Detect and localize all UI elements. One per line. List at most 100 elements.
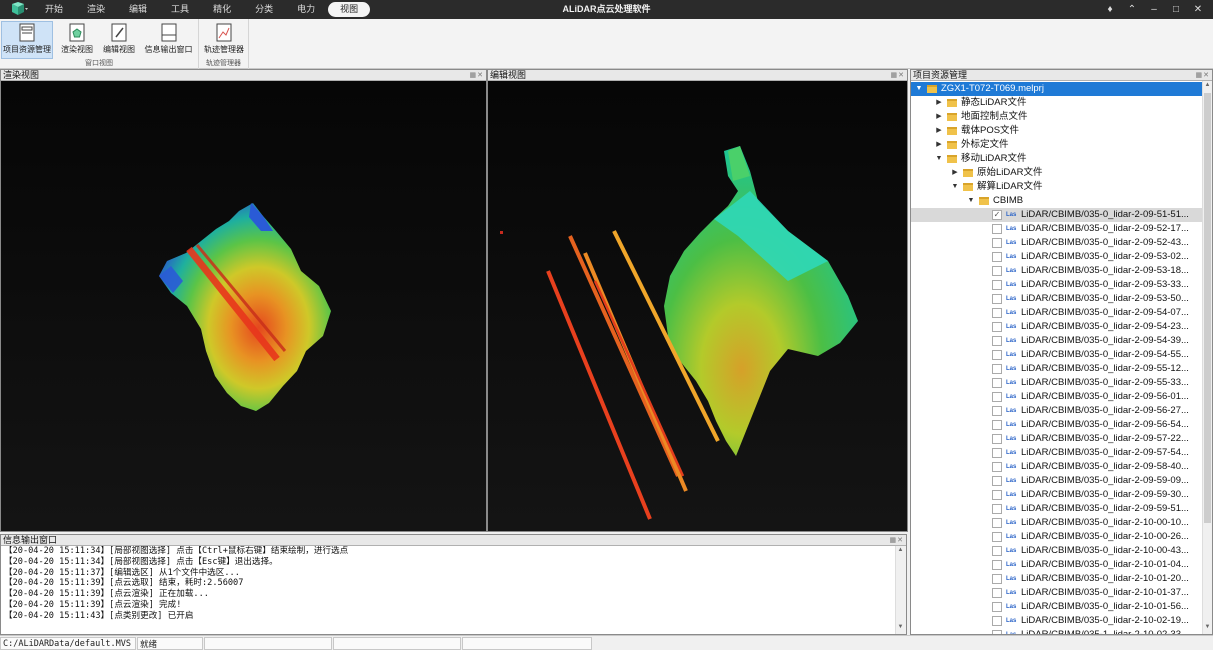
collapse-ribbon-icon[interactable]: ⌃ (1121, 0, 1143, 19)
file-checkbox[interactable] (992, 350, 1002, 360)
expand-icon[interactable]: ▶ (935, 110, 943, 124)
render-view-canvas[interactable] (1, 81, 486, 531)
tree-file-item[interactable]: Las LiDAR/CBIMB/035-0_lidar-2-10-00-43... (911, 544, 1202, 558)
collapse-icon[interactable]: ▼ (915, 82, 923, 96)
file-checkbox[interactable] (992, 322, 1002, 332)
file-checkbox[interactable] (992, 406, 1002, 416)
menu-item[interactable]: 开始 (34, 2, 74, 17)
file-checkbox[interactable] (992, 378, 1002, 388)
scroll-down-icon[interactable]: ▼ (1203, 624, 1212, 633)
tree-file-item[interactable]: Las LiDAR/CBIMB/035-0_lidar-2-10-01-37... (911, 586, 1202, 600)
file-checkbox[interactable] (992, 224, 1002, 234)
tree-node[interactable]: ▶ 外标定文件 (911, 138, 1202, 152)
tree-file-item[interactable]: Las LiDAR/CBIMB/035-0_lidar-2-09-53-18... (911, 264, 1202, 278)
menu-item[interactable]: 精化 (202, 2, 242, 17)
tree-scrollbar[interactable]: ▲ ▼ (1202, 81, 1212, 634)
tree-file-item[interactable]: Las LiDAR/CBIMB/035-0_lidar-2-09-58-40... (911, 460, 1202, 474)
tree-file-item[interactable]: Las LiDAR/CBIMB/035-0_lidar-2-09-52-17... (911, 222, 1202, 236)
tree-file-item[interactable]: Las LiDAR/CBIMB/035-0_lidar-2-09-57-54... (911, 446, 1202, 460)
file-checkbox[interactable] (992, 462, 1002, 472)
file-checkbox[interactable] (992, 294, 1002, 304)
tree-file-item[interactable]: Las LiDAR/CBIMB/035-0_lidar-2-09-59-30... (911, 488, 1202, 502)
file-checkbox[interactable] (992, 518, 1002, 528)
track-manager-button[interactable]: 轨迹管理器 (203, 21, 245, 59)
tree-node[interactable]: ▶ 载体POS文件 (911, 124, 1202, 138)
tree-node[interactable]: ▶ 原始LiDAR文件 (911, 166, 1202, 180)
close-icon[interactable]: ✕ (1187, 0, 1209, 19)
tree-file-item[interactable]: Las LiDAR/CBIMB/035-0_lidar-2-09-55-12... (911, 362, 1202, 376)
file-checkbox[interactable] (992, 266, 1002, 276)
menu-item[interactable]: 工具 (160, 2, 200, 17)
render-view-button[interactable]: 渲染视图 (57, 21, 97, 59)
tree-file-item[interactable]: Las LiDAR/CBIMB/035-0_lidar-2-09-56-01... (911, 390, 1202, 404)
minimize-icon[interactable]: – (1143, 0, 1165, 19)
file-checkbox[interactable] (992, 308, 1002, 318)
collapse-icon[interactable]: ▼ (935, 152, 943, 166)
tree-file-item[interactable]: Las LiDAR/CBIMB/035-0_lidar-2-09-54-23... (911, 320, 1202, 334)
collapse-icon[interactable]: ▼ (951, 180, 959, 194)
tree-file-item[interactable]: ✓ Las LiDAR/CBIMB/035-0_lidar-2-09-51-51..… (911, 208, 1202, 222)
expand-icon[interactable]: ▶ (935, 96, 943, 110)
menu-item[interactable]: 编辑 (118, 2, 158, 17)
scroll-thumb[interactable] (1204, 93, 1211, 523)
tree-file-item[interactable]: Las LiDAR/CBIMB/035-0_lidar-2-09-56-27... (911, 404, 1202, 418)
file-checkbox[interactable] (992, 364, 1002, 374)
tree-file-item[interactable]: Las LiDAR/CBIMB/035-0_lidar-2-10-01-20... (911, 572, 1202, 586)
file-checkbox[interactable] (992, 546, 1002, 556)
info-output-button[interactable]: 信息输出窗口 (141, 21, 196, 59)
app-logo-icon[interactable] (6, 2, 28, 17)
file-checkbox[interactable] (992, 532, 1002, 542)
file-checkbox[interactable] (992, 588, 1002, 598)
panel-close-icon[interactable]: ▦✕ (891, 70, 905, 81)
edit-view-button[interactable]: 编辑视图 (99, 21, 139, 59)
file-checkbox[interactable] (992, 574, 1002, 584)
file-checkbox[interactable] (992, 252, 1002, 262)
file-checkbox[interactable] (992, 392, 1002, 402)
tree-node[interactable]: ▶ 地面控制点文件 (911, 110, 1202, 124)
scroll-up-icon[interactable]: ▲ (896, 547, 905, 556)
panel-close-icon[interactable]: ▦✕ (890, 535, 904, 546)
tree-node[interactable]: ▼ CBIMB (911, 194, 1202, 208)
tree-file-item[interactable]: LasLiDAR/CBIMB/035-1_lidar-2-10-02-33... (911, 628, 1202, 634)
tree-file-item[interactable]: Las LiDAR/CBIMB/035-0_lidar-2-09-59-09... (911, 474, 1202, 488)
tree-node[interactable]: ▼ 移动LiDAR文件 (911, 152, 1202, 166)
file-checkbox[interactable] (992, 280, 1002, 290)
tree-file-item[interactable]: Las LiDAR/CBIMB/035-0_lidar-2-10-00-10... (911, 516, 1202, 530)
tree-file-item[interactable]: Las LiDAR/CBIMB/035-0_lidar-2-09-55-33... (911, 376, 1202, 390)
skin-icon[interactable]: ♦ (1099, 0, 1121, 19)
tree-file-item[interactable]: Las LiDAR/CBIMB/035-0_lidar-2-09-56-54... (911, 418, 1202, 432)
tree-file-item[interactable]: Las LiDAR/CBIMB/035-0_lidar-2-10-02-19... (911, 614, 1202, 628)
file-checkbox[interactable]: ✓ (992, 210, 1002, 220)
file-checkbox[interactable] (992, 238, 1002, 248)
file-checkbox[interactable] (992, 490, 1002, 500)
file-checkbox[interactable] (992, 504, 1002, 514)
maximize-icon[interactable]: □ (1165, 0, 1187, 19)
log-scrollbar[interactable]: ▲ ▼ (895, 546, 906, 634)
panel-close-icon[interactable]: ▦✕ (470, 70, 484, 81)
menu-item[interactable]: 分类 (244, 2, 284, 17)
file-checkbox[interactable] (992, 336, 1002, 346)
file-checkbox[interactable] (992, 434, 1002, 444)
menu-item[interactable]: 渲染 (76, 2, 116, 17)
file-checkbox[interactable] (992, 630, 1002, 634)
collapse-icon[interactable]: ▼ (967, 194, 975, 208)
tree-file-item[interactable]: Las LiDAR/CBIMB/035-0_lidar-2-09-57-22... (911, 432, 1202, 446)
tree-file-item[interactable]: Las LiDAR/CBIMB/035-0_lidar-2-09-52-43... (911, 236, 1202, 250)
file-checkbox[interactable] (992, 560, 1002, 570)
tree-file-item[interactable]: Las LiDAR/CBIMB/035-0_lidar-2-10-01-56... (911, 600, 1202, 614)
project-manager-button[interactable]: 项目资源管理 (1, 21, 53, 59)
scroll-up-icon[interactable]: ▲ (1203, 82, 1212, 91)
edit-view-canvas[interactable] (488, 81, 907, 531)
tree-node[interactable]: ▶ 静态LiDAR文件 (911, 96, 1202, 110)
tree-file-item[interactable]: Las LiDAR/CBIMB/035-0_lidar-2-10-01-04... (911, 558, 1202, 572)
tree-file-item[interactable]: Las LiDAR/CBIMB/035-0_lidar-2-09-54-55... (911, 348, 1202, 362)
file-checkbox[interactable] (992, 476, 1002, 486)
expand-icon[interactable]: ▶ (951, 166, 959, 180)
tree-file-item[interactable]: Las LiDAR/CBIMB/035-0_lidar-2-09-54-39... (911, 334, 1202, 348)
file-checkbox[interactable] (992, 420, 1002, 430)
tree-root[interactable]: ▼ ZGX1-T072-T069.melprj (911, 82, 1202, 96)
tree-file-item[interactable]: Las LiDAR/CBIMB/035-0_lidar-2-09-53-02... (911, 250, 1202, 264)
file-checkbox[interactable] (992, 448, 1002, 458)
menu-item[interactable]: 电力 (286, 2, 326, 17)
panel-close-icon[interactable]: ▦✕ (1196, 70, 1210, 81)
